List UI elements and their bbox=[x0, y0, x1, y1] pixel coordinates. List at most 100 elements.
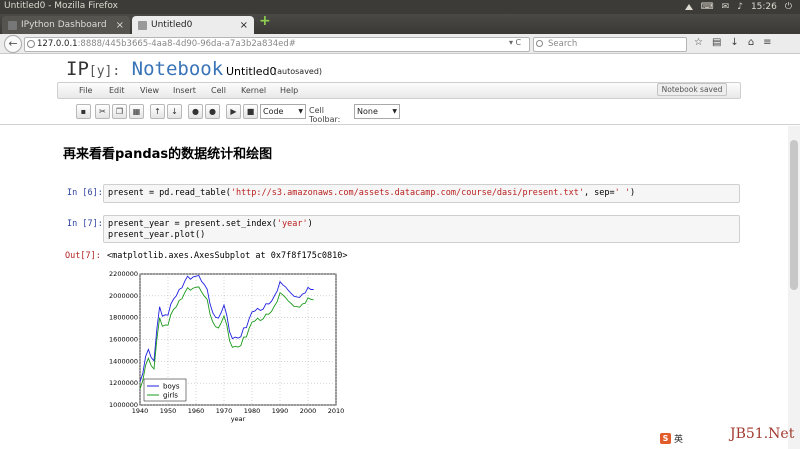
url-host: 127.0.0.1 bbox=[37, 39, 78, 49]
scrollbar-thumb[interactable] bbox=[790, 140, 798, 290]
line-chart: 1940 1950 1960 1970 1980 1990 2000 201010000001… bbox=[109, 270, 345, 423]
y-tick-label: 2000000 bbox=[109, 292, 138, 300]
cut-icon[interactable]: ✂ bbox=[95, 104, 110, 119]
logo-word: Notebook bbox=[131, 58, 224, 80]
download-icon[interactable]: ↓ bbox=[730, 37, 738, 48]
copy-icon[interactable]: ❐ bbox=[112, 104, 127, 119]
back-arrow-icon[interactable]: ← bbox=[4, 35, 22, 53]
y-tick-label: 1400000 bbox=[109, 357, 138, 365]
code-string: ' ' bbox=[614, 188, 631, 198]
code-text: present = pd.read_table( bbox=[108, 188, 231, 198]
y-tick-label: 2200000 bbox=[109, 270, 138, 278]
code-cell-in7[interactable]: present_year = present.set_index('year')… bbox=[103, 215, 740, 243]
ime-indicator[interactable]: S 英 bbox=[660, 432, 683, 445]
move-down-icon[interactable]: ↓ bbox=[167, 104, 182, 119]
cell-type-select[interactable]: Code ▼ bbox=[260, 104, 306, 119]
x-tick-label: 2000 bbox=[300, 407, 317, 415]
x-tick-label: 1950 bbox=[160, 407, 177, 415]
new-tab-plus-icon[interactable]: + bbox=[259, 14, 271, 28]
search-icon bbox=[536, 40, 543, 47]
output-text: <matplotlib.axes.AxesSubplot at 0x7f8f17… bbox=[107, 251, 348, 261]
code-cell-in6[interactable]: present = pd.read_table('http://s3.amazo… bbox=[103, 184, 740, 203]
save-icon[interactable]: ▪ bbox=[76, 104, 91, 119]
menu-kernel[interactable]: Kernel bbox=[241, 86, 266, 95]
insert-below-icon[interactable]: ● bbox=[205, 104, 220, 119]
x-tick-label: 2010 bbox=[328, 407, 345, 415]
autosave-status: (autosaved) bbox=[274, 67, 323, 76]
close-icon[interactable]: × bbox=[240, 20, 248, 31]
close-icon[interactable]: × bbox=[116, 20, 124, 31]
bookmark-star-icon[interactable]: ☆ bbox=[694, 37, 703, 48]
x-tick-label: 1960 bbox=[188, 407, 205, 415]
favicon-icon bbox=[138, 20, 147, 30]
favicon-icon bbox=[8, 20, 17, 30]
globe-icon[interactable] bbox=[27, 40, 35, 48]
code-text: ) bbox=[307, 219, 313, 229]
code-text: , sep= bbox=[583, 188, 615, 198]
y-tick-label: 1200000 bbox=[109, 379, 138, 387]
chevron-down-icon: ▼ bbox=[392, 108, 397, 115]
menu-cell[interactable]: Cell bbox=[211, 86, 226, 95]
ipython-logo[interactable]: IP[y]: Notebook bbox=[66, 58, 223, 80]
menu-help[interactable]: Help bbox=[280, 86, 298, 95]
cell-toolbar-value: None bbox=[357, 107, 378, 116]
code-text: present_year = present.set_index( bbox=[108, 219, 277, 229]
menu-edit[interactable]: Edit bbox=[109, 86, 125, 95]
menu-insert[interactable]: Insert bbox=[173, 86, 196, 95]
cell-type-value: Code bbox=[263, 107, 284, 116]
mail-icon[interactable]: ✉ bbox=[722, 2, 730, 12]
tab-label: IPython Dashboard bbox=[21, 20, 107, 30]
sogou-logo-icon: S bbox=[660, 433, 671, 444]
ime-language: 英 bbox=[674, 435, 684, 445]
logo-prefix: IP bbox=[66, 58, 89, 80]
clock[interactable]: 15:26 bbox=[751, 2, 777, 12]
menu-file[interactable]: File bbox=[79, 86, 92, 95]
url-path: :8888/445b3665-4aa8-4d90-96da-a7a3b2a834… bbox=[77, 39, 296, 49]
system-tray: ⌨ ✉ ♪ 15:26 ⏻ bbox=[684, 0, 792, 14]
navigation-bar: ← 127.0.0.1:8888/445b3665-4aa8-4d90-96da… bbox=[0, 34, 800, 54]
chevron-down-icon: ▼ bbox=[298, 108, 303, 115]
x-axis-label: year bbox=[231, 415, 246, 423]
insert-above-icon[interactable]: ● bbox=[188, 104, 203, 119]
cell-toolbar-select[interactable]: None ▼ bbox=[354, 104, 400, 119]
window-title: Untitled0 - Mozilla Firefox bbox=[4, 1, 118, 11]
url-bar[interactable]: 127.0.0.1:8888/445b3665-4aa8-4d90-96da-a… bbox=[24, 37, 530, 52]
x-tick-label: 1990 bbox=[272, 407, 289, 415]
input-prompt: In [7]: bbox=[67, 219, 103, 229]
keyboard-icon[interactable]: ⌨ bbox=[701, 2, 714, 12]
notebook-saved-badge: Notebook saved bbox=[657, 83, 727, 96]
move-up-icon[interactable]: ↑ bbox=[150, 104, 165, 119]
interrupt-icon[interactable]: ■ bbox=[243, 104, 258, 119]
nav-toolbar-icons: ☆ ▤ ↓ ⌂ ≡ bbox=[694, 37, 772, 48]
cell-toolbar-label: Cell Toolbar: bbox=[309, 106, 341, 124]
code-text: ) bbox=[630, 188, 636, 198]
y-tick-label: 1000000 bbox=[109, 401, 138, 409]
paste-icon[interactable]: ▦ bbox=[129, 104, 144, 119]
x-tick-label: 1970 bbox=[216, 407, 233, 415]
network-icon[interactable] bbox=[684, 4, 693, 10]
menu-icon[interactable]: ≡ bbox=[763, 37, 771, 48]
bookmarks-list-icon[interactable]: ▤ bbox=[712, 37, 721, 48]
markdown-heading[interactable]: 再来看看pandas的数据统计和绘图 bbox=[63, 143, 272, 162]
y-tick-label: 1600000 bbox=[109, 336, 138, 344]
output-prompt: Out[7]: bbox=[65, 251, 101, 261]
tab-label: Untitled0 bbox=[151, 20, 193, 30]
tab-ipython-dashboard[interactable]: IPython Dashboard × bbox=[2, 16, 130, 34]
run-cell-icon[interactable]: ▶ bbox=[226, 104, 241, 119]
x-tick-label: 1980 bbox=[244, 407, 261, 415]
legend-label-boys: boys bbox=[163, 383, 180, 391]
code-text: present_year.plot() bbox=[108, 230, 206, 240]
code-string: 'http://s3.amazonaws.com/assets.datacamp… bbox=[230, 188, 584, 198]
code-string: 'year' bbox=[276, 219, 308, 229]
url-dropdown-reload[interactable]: ▾ C bbox=[509, 38, 521, 47]
power-icon[interactable]: ⏻ bbox=[785, 2, 792, 12]
volume-icon[interactable]: ♪ bbox=[737, 2, 743, 12]
home-icon[interactable]: ⌂ bbox=[748, 37, 754, 48]
y-tick-label: 1800000 bbox=[109, 314, 138, 322]
legend-label-girls: girls bbox=[163, 392, 178, 400]
os-top-bar: Untitled0 - Mozilla Firefox ⌨ ✉ ♪ 15:26 … bbox=[0, 0, 800, 14]
menu-view[interactable]: View bbox=[140, 86, 159, 95]
tab-untitled0[interactable]: Untitled0 × bbox=[132, 16, 254, 34]
notebook-name[interactable]: Untitled0 bbox=[226, 65, 277, 78]
search-input[interactable]: Search bbox=[533, 37, 687, 52]
